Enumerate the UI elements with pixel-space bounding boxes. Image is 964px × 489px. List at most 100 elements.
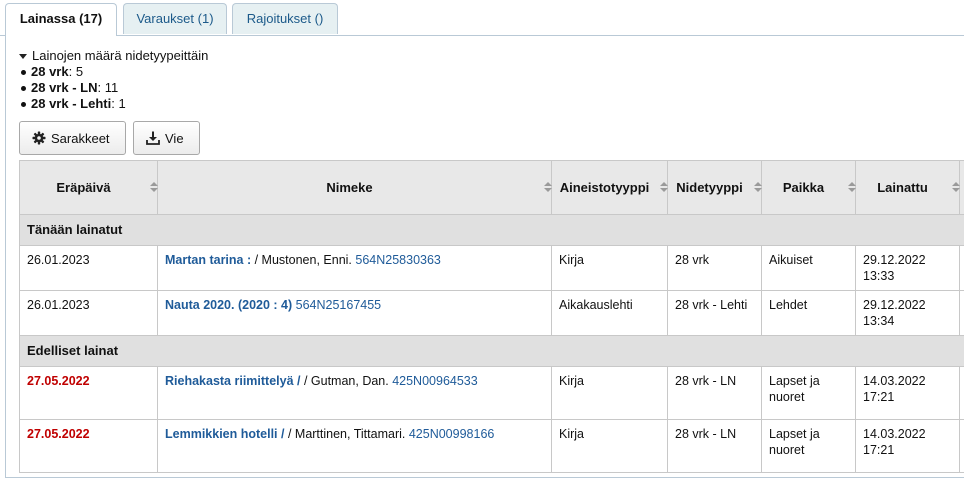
gear-icon	[32, 131, 46, 145]
summary-item-count: 1	[118, 96, 126, 111]
group-label: Tänään lainatut	[19, 214, 964, 246]
author: / Mustonen, Enni.	[251, 253, 352, 267]
item-type: 28 vrk - LN	[667, 366, 762, 420]
group-row: Edelliset lainat	[19, 335, 964, 367]
due-date: 26.01.2023	[19, 245, 158, 291]
barcode-link[interactable]: 425N00964533	[392, 374, 478, 388]
title-link[interactable]: Nauta 2020. (2020 : 4)	[165, 298, 292, 312]
bullet-icon	[21, 69, 26, 75]
itemtype-summary: Lainojen määrä nidetyypeittäin 28 vrk: 5…	[19, 48, 208, 112]
tab-checkouts[interactable]: Lainassa (17)	[5, 3, 117, 36]
item-type: 28 vrk - LN	[667, 419, 762, 473]
location: Lapset ja nuoret	[761, 419, 856, 473]
material-type: Aikakauslehti	[551, 290, 668, 336]
checkout-date: 29.12.2022 13:33	[855, 245, 960, 291]
checkouts-table: Eräpäivä Nimeke Aineistotyyppi Nidetyypp…	[19, 160, 964, 473]
title-link[interactable]: Lemmikkien hotelli /	[165, 427, 284, 441]
column-header-itemtype[interactable]: Nidetyyppi	[667, 160, 762, 215]
group-label: Edelliset lainat	[19, 335, 964, 367]
summary-item-type: 28 vrk	[31, 64, 69, 79]
summary-item: 28 vrk - Lehti: 1	[19, 96, 208, 112]
due-date: 26.01.2023	[19, 290, 158, 336]
download-icon	[146, 131, 160, 145]
extra-cell	[959, 419, 964, 473]
export-button[interactable]: Vie	[133, 121, 200, 155]
summary-item-type: 28 vrk - Lehti	[31, 96, 112, 111]
summary-item-count: 11	[104, 80, 119, 95]
title-cell: Nauta 2020. (2020 : 4) 564N25167455	[157, 290, 552, 336]
group-row: Tänään lainatut	[19, 214, 964, 246]
checkout-date-time: 13:34	[863, 314, 895, 328]
columns-button[interactable]: Sarakkeet	[19, 121, 126, 155]
material-type: Kirja	[551, 366, 668, 420]
location: Lehdet	[761, 290, 856, 336]
export-button-label: Vie	[165, 130, 184, 146]
extra-cell	[959, 245, 964, 291]
caret-down-icon	[19, 53, 27, 59]
location: Aikuiset	[761, 245, 856, 291]
summary-item: 28 vrk - LN: 11	[19, 80, 208, 96]
table-row: 26.01.2023 Nauta 2020. (2020 : 4) 564N25…	[19, 290, 964, 336]
summary-item: 28 vrk: 5	[19, 64, 208, 80]
column-header-title[interactable]: Nimeke	[157, 160, 552, 215]
due-date-overdue: 27.05.2022	[19, 419, 158, 473]
location-line: nuoret	[769, 390, 805, 404]
checkout-date: 29.12.2022 13:34	[855, 290, 960, 336]
tab-restrictions[interactable]: Rajoitukset ()	[232, 3, 338, 34]
title-link[interactable]: Riehakasta riimittelyä /	[165, 374, 300, 388]
title-cell: Lemmikkien hotelli / / Marttinen, Tittam…	[157, 419, 552, 473]
author: / Gutman, Dan.	[300, 374, 389, 388]
title-cell: Riehakasta riimittelyä / / Gutman, Dan. …	[157, 366, 552, 420]
header-label: Lainattu	[877, 180, 928, 195]
column-header-location[interactable]: Paikka	[761, 160, 856, 215]
checkout-date-day: 14.03.2022	[863, 427, 926, 441]
bullet-icon	[21, 101, 26, 107]
summary-item-count: 5	[75, 64, 84, 79]
bullet-icon	[21, 85, 26, 91]
title-link[interactable]: Martan tarina :	[165, 253, 251, 267]
summary-item-type: 28 vrk - LN	[31, 80, 98, 95]
extra-cell	[959, 366, 964, 420]
material-type: Kirja	[551, 419, 668, 473]
header-label: Eräpäivä	[56, 180, 111, 195]
header-label: Nidetyyppi	[676, 180, 743, 195]
summary-toggle[interactable]: Lainojen määrä nidetyypeittäin	[19, 48, 208, 64]
checkout-date-time: 17:21	[863, 443, 895, 457]
extra-cell	[959, 290, 964, 336]
checkout-date-time: 17:21	[863, 390, 895, 404]
tab-bar: Lainassa (17) Varaukset (1) Rajoitukset …	[0, 0, 964, 36]
location-line: Lapset ja	[769, 427, 820, 441]
checkout-date-time: 13:33	[863, 269, 895, 283]
material-type: Kirja	[551, 245, 668, 291]
header-label: Paikka	[782, 180, 825, 195]
checkout-date-day: 29.12.2022	[863, 253, 926, 267]
item-type: 28 vrk - Lehti	[667, 290, 762, 336]
checkout-date: 14.03.2022 17:21	[855, 366, 960, 420]
table-row: 27.05.2022 Riehakasta riimittelyä / / Gu…	[19, 366, 964, 420]
location-line: Lapset ja	[769, 374, 820, 388]
checkout-date: 14.03.2022 17:21	[855, 419, 960, 473]
location-line: nuoret	[769, 443, 805, 457]
header-label: Nimeke	[326, 180, 373, 195]
header-label: Aineistotyyppi	[559, 180, 650, 195]
table-row: 26.01.2023 Martan tarina : / Mustonen, E…	[19, 245, 964, 291]
column-header-due[interactable]: Eräpäivä	[19, 160, 158, 215]
column-header-checkout-date[interactable]: Lainattu	[855, 160, 960, 215]
author: / Marttinen, Tittamari.	[284, 427, 406, 441]
location: Lapset ja nuoret	[761, 366, 856, 420]
columns-button-label: Sarakkeet	[51, 130, 110, 146]
column-header-material[interactable]: Aineistotyyppi	[551, 160, 668, 215]
checkout-date-day: 29.12.2022	[863, 298, 926, 312]
checkout-date-day: 14.03.2022	[863, 374, 926, 388]
barcode-link[interactable]: 564N25167455	[296, 298, 382, 312]
barcode-link[interactable]: 564N25830363	[355, 253, 441, 267]
table-row: 27.05.2022 Lemmikkien hotelli / / Martti…	[19, 419, 964, 473]
barcode-link[interactable]: 425N00998166	[409, 427, 495, 441]
title-cell: Martan tarina : / Mustonen, Enni. 564N25…	[157, 245, 552, 291]
table-header-row: Eräpäivä Nimeke Aineistotyyppi Nidetyypp…	[19, 160, 964, 215]
tab-holds[interactable]: Varaukset (1)	[123, 3, 227, 34]
summary-list: 28 vrk: 5 28 vrk - LN: 11 28 vrk - Lehti…	[19, 64, 208, 112]
summary-heading: Lainojen määrä nidetyypeittäin	[32, 48, 209, 63]
column-header-more[interactable]	[959, 160, 964, 215]
item-type: 28 vrk	[667, 245, 762, 291]
